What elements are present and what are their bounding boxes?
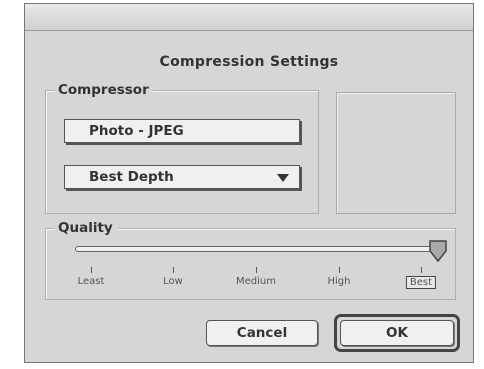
window-titlebar[interactable] — [25, 4, 473, 31]
cancel-button[interactable]: Cancel — [206, 320, 318, 346]
tick-least — [91, 267, 92, 273]
codec-popup[interactable]: Photo - JPEG — [64, 119, 300, 143]
tick-label-medium[interactable]: Medium — [236, 276, 276, 287]
compressor-group: Compressor Photo - JPEG Best Depth — [45, 81, 319, 214]
quality-slider-thumb[interactable] — [428, 239, 448, 263]
tick-high — [339, 267, 340, 273]
ok-button[interactable]: OK — [340, 320, 454, 346]
tick-label-low[interactable]: Low — [163, 276, 183, 287]
tick-label-high[interactable]: High — [328, 276, 351, 287]
depth-popup[interactable]: Best Depth — [64, 165, 300, 189]
compression-settings-dialog: Compression Settings Compressor Photo - … — [24, 3, 474, 363]
quality-group: Quality — [45, 219, 456, 300]
dialog-title: Compression Settings — [159, 54, 339, 70]
quality-group-label: Quality — [54, 219, 117, 237]
tick-medium — [256, 267, 257, 273]
compressor-group-label: Compressor — [54, 81, 153, 99]
preview-pane — [336, 92, 456, 214]
tick-label-least[interactable]: Least — [78, 276, 105, 287]
quality-slider-track[interactable] — [75, 246, 435, 252]
tick-best — [421, 267, 422, 273]
chevron-down-icon — [277, 174, 289, 182]
codec-popup-value: Photo - JPEG — [89, 123, 184, 139]
tick-low — [173, 267, 174, 273]
tick-label-best[interactable]: Best — [405, 276, 437, 289]
depth-popup-value: Best Depth — [89, 169, 174, 185]
